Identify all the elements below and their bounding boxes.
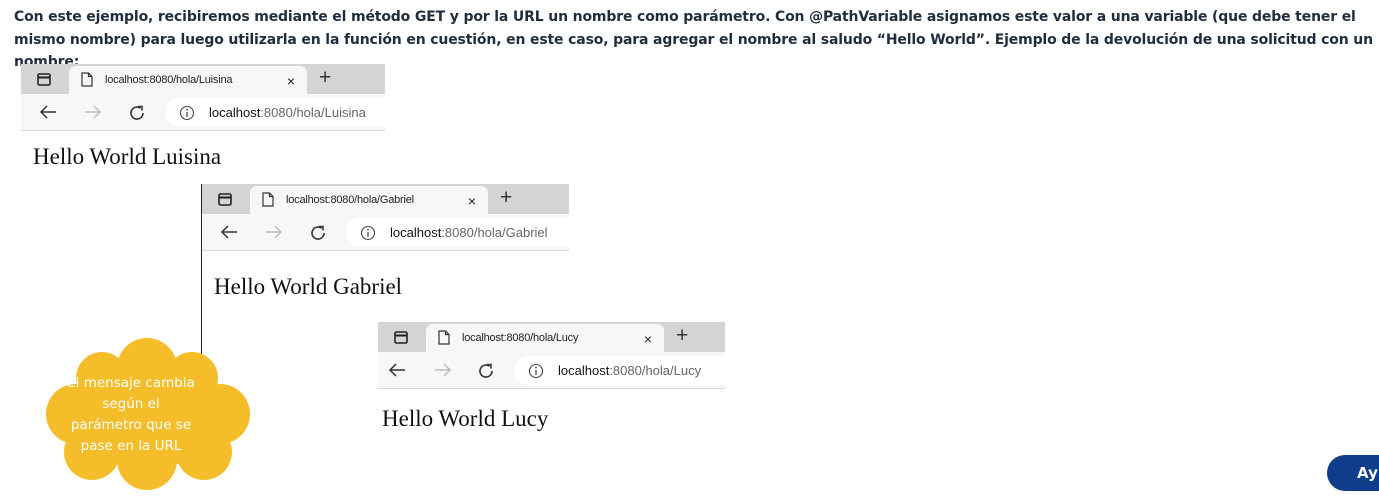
browser-screenshot-luisina: localhost:8080/hola/Luisina × + localhos… [21, 64, 395, 182]
refresh-icon [309, 224, 327, 247]
new-tab-icon: + [319, 66, 332, 89]
tab-title: localhost:8080/hola/Lucy [462, 332, 579, 344]
browser-screenshot-lucy: localhost:8080/hola/Lucy × + localhost:8… [378, 322, 735, 442]
new-tab-icon: + [500, 186, 513, 209]
help-button[interactable]: Ay [1327, 455, 1379, 491]
info-icon [360, 225, 376, 246]
info-icon [179, 105, 195, 126]
tab-actions-icon [212, 190, 238, 210]
page-icon [81, 72, 93, 92]
tab-actions-icon [388, 328, 414, 348]
page-response-text: Hello World Gabriel [214, 274, 403, 299]
info-icon [528, 363, 544, 384]
nav-bar: localhost:8080/hola/Gabriel [202, 214, 579, 251]
url-text: localhost:8080/hola/Lucy [558, 363, 702, 378]
page-icon [438, 330, 450, 350]
refresh-icon [128, 104, 146, 127]
forward-arrow-icon [434, 362, 452, 383]
address-bar: localhost:8080/hola/Luisina [165, 98, 395, 127]
browser-tab: localhost:8080/hola/Gabriel × [250, 186, 488, 216]
close-icon: × [467, 193, 476, 209]
address-bar: localhost:8080/hola/Lucy [514, 356, 735, 385]
browser-tab: localhost:8080/hola/Luisina × [69, 66, 307, 96]
back-arrow-icon [220, 224, 238, 245]
url-text: localhost:8080/hola/Gabriel [390, 225, 548, 240]
tab-title: localhost:8080/hola/Gabriel [286, 194, 414, 206]
page-response-text: Hello World Lucy [382, 406, 549, 431]
url-text: localhost:8080/hola/Luisina [209, 105, 366, 120]
new-tab-icon: + [676, 324, 689, 347]
tab-bar: localhost:8080/hola/Lucy × + [378, 322, 725, 354]
page-icon [262, 192, 274, 212]
close-icon: × [286, 73, 295, 89]
tab-bar: localhost:8080/hola/Gabriel × + [202, 184, 569, 216]
browser-screenshot-gabriel: localhost:8080/hola/Gabriel × + localhos… [202, 184, 579, 310]
tab-actions-icon [31, 70, 57, 90]
forward-arrow-icon [84, 104, 102, 125]
back-arrow-icon [388, 362, 406, 383]
nav-bar: localhost:8080/hola/Luisina [21, 94, 395, 131]
tab-title: localhost:8080/hola/Luisina [105, 74, 233, 86]
tab-bar: localhost:8080/hola/Luisina × + [21, 64, 385, 96]
close-icon: × [643, 331, 652, 347]
refresh-icon [477, 362, 495, 385]
forward-arrow-icon [265, 224, 283, 245]
back-arrow-icon [39, 104, 57, 125]
callout-text: El mensaje cambia según el parámetro que… [67, 375, 195, 454]
nav-bar: localhost:8080/hola/Lucy [378, 352, 735, 389]
address-bar: localhost:8080/hola/Gabriel [346, 218, 579, 247]
page-response-text: Hello World Luisina [33, 144, 222, 169]
browser-tab: localhost:8080/hola/Lucy × [426, 324, 664, 354]
